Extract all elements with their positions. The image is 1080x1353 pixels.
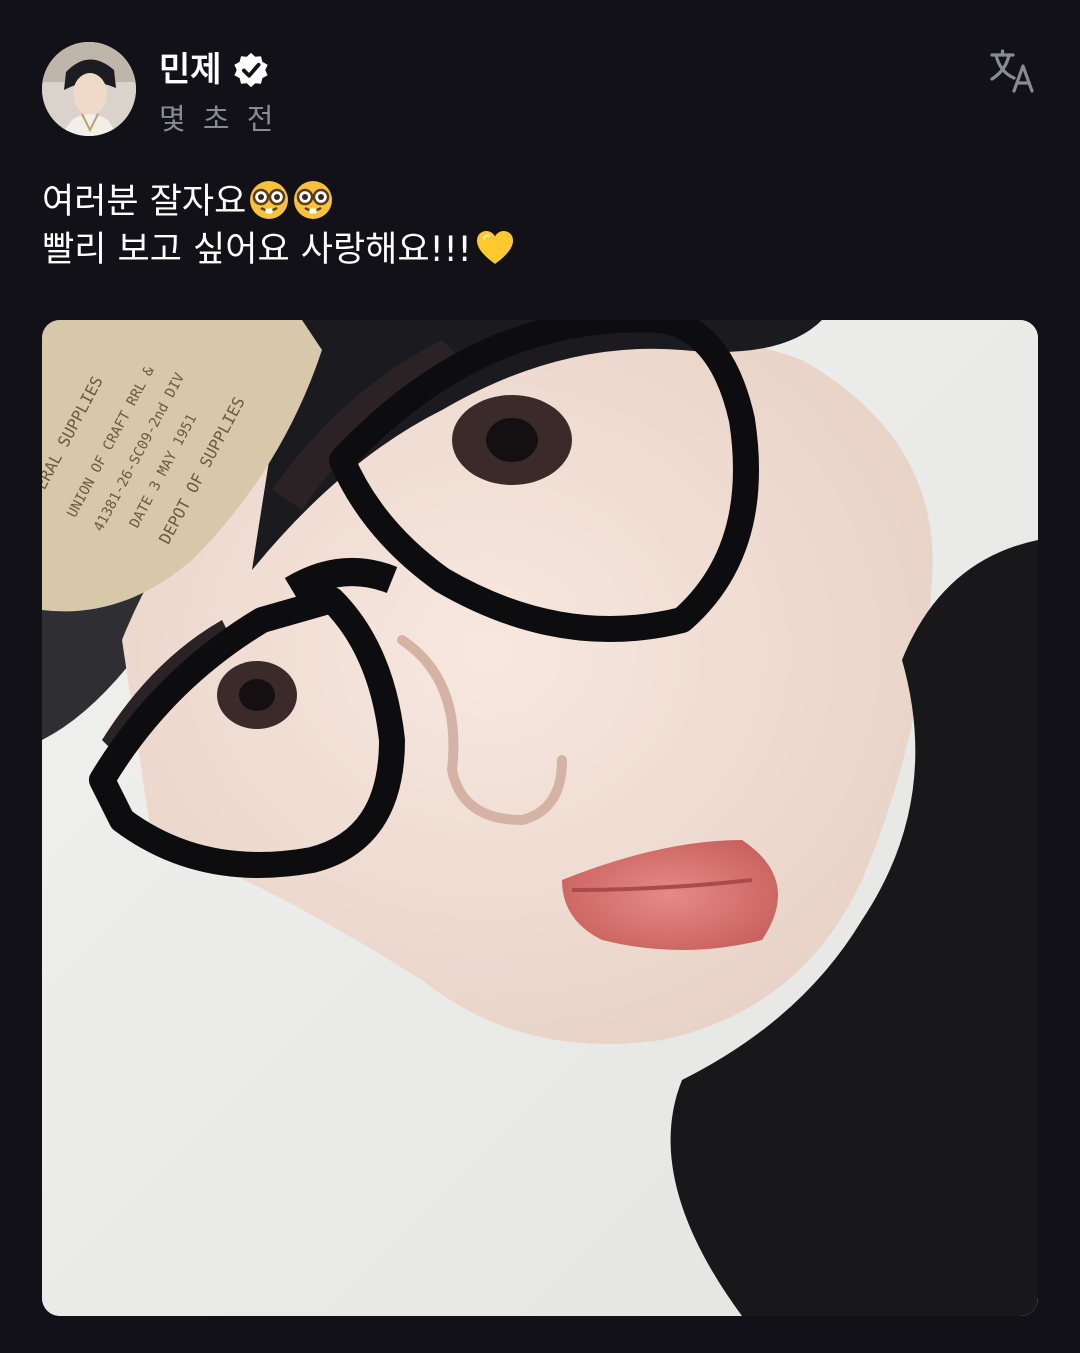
post-card: 민제 몇 초 전 여러분 잘자요 빨리 보고 싶어요 사랑해요!!! ERAL … [0,0,1080,1353]
author-row: 민제 [159,48,270,92]
verified-badge-icon [233,52,268,88]
caption-text-1: 여러분 잘자요 [42,182,247,222]
post-header: 민제 몇 초 전 [42,42,1038,136]
caption-line-2: 빨리 보고 싶어요 사랑해요!!! [42,226,1022,274]
avatar[interactable] [42,42,136,136]
post-photo[interactable]: ERAL SUPPLIES UNION OF CRAFT RRL & 41381… [42,320,1038,1316]
post-caption: 여러분 잘자요 빨리 보고 싶어요 사랑해요!!! [42,178,1022,274]
caption-text-2: 빨리 보고 싶어요 사랑해요!!! [42,230,472,270]
author-name[interactable]: 민제 [159,48,222,92]
caption-line-1: 여러분 잘자요 [42,178,1022,226]
avatar-photo [42,42,136,136]
yellow-heart-emoji-icon [476,231,513,264]
post-timestamp: 몇 초 전 [159,102,278,136]
selfie-photo: ERAL SUPPLIES UNION OF CRAFT RRL & 41381… [42,320,1038,1316]
nerd-face-emoji-icon [250,181,289,219]
translate-icon[interactable] [988,46,1038,96]
nerd-face-emoji-icon [294,181,333,219]
